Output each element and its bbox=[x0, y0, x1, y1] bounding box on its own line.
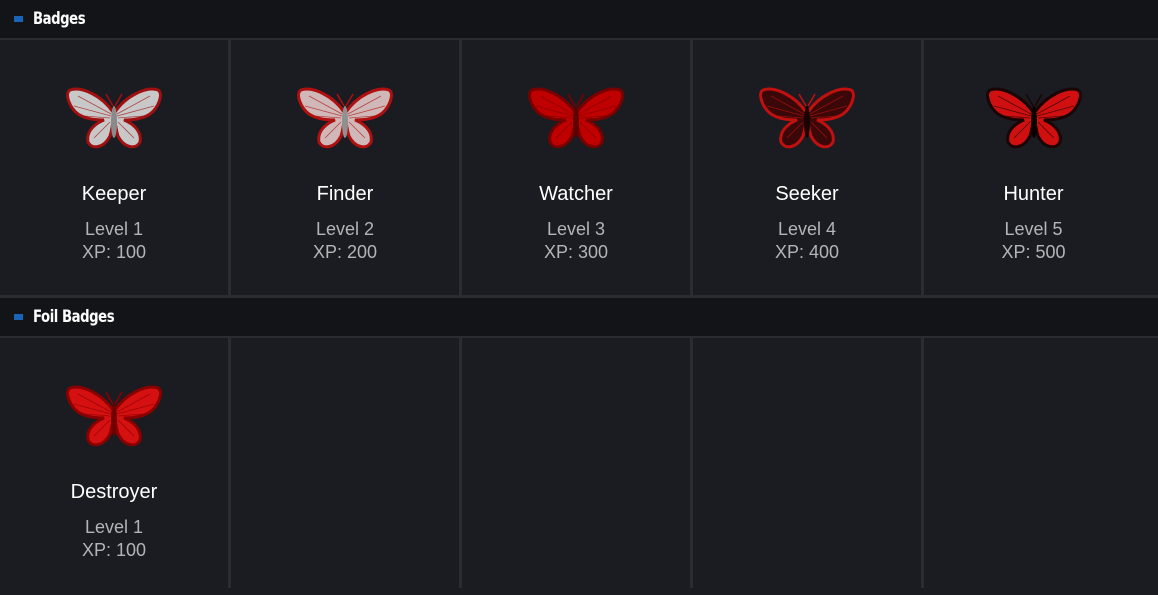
butterfly-icon-white bbox=[64, 82, 164, 156]
badge-level: Level 1 bbox=[84, 219, 144, 239]
badge-level: Level 1 bbox=[84, 517, 144, 537]
butterfly-icon-foil bbox=[64, 380, 164, 454]
empty-badge-slot bbox=[693, 338, 924, 588]
badge-card: Finder Level 2 XP: 200 bbox=[231, 40, 462, 295]
section-header-foil-badges: Foil Badges bbox=[0, 298, 1158, 338]
badge-name: Destroyer bbox=[70, 481, 158, 503]
butterfly-icon-red bbox=[526, 82, 626, 156]
badge-level: Level 4 bbox=[777, 219, 837, 239]
badge-name: Finder bbox=[316, 183, 374, 205]
badge-card: Keeper Level 1 XP: 100 bbox=[0, 40, 231, 295]
badge-xp: XP: 100 bbox=[81, 242, 147, 262]
badges-section: Badges Keeper Level 1 XP: 100 Finder Level 2… bbox=[0, 0, 1158, 298]
badge-card: Hunter Level 5 XP: 500 bbox=[924, 40, 1143, 295]
section-marker-icon bbox=[14, 16, 23, 22]
section-title: Badges bbox=[33, 9, 86, 29]
section-marker-icon bbox=[14, 314, 23, 320]
badge-xp: XP: 200 bbox=[312, 242, 378, 262]
badge-name: Hunter bbox=[1003, 183, 1064, 205]
badge-level: Level 5 bbox=[1004, 219, 1063, 239]
badge-name: Watcher bbox=[539, 183, 613, 205]
empty-badge-slot bbox=[924, 338, 1143, 588]
badge-level: Level 2 bbox=[315, 219, 375, 239]
badge-grid: Keeper Level 1 XP: 100 Finder Level 2 XP: 200… bbox=[0, 40, 1158, 298]
butterfly-icon-black-red bbox=[984, 82, 1084, 156]
badge-name: Seeker bbox=[775, 183, 839, 205]
section-title: Foil Badges bbox=[33, 307, 115, 327]
badge-xp: XP: 100 bbox=[81, 540, 147, 560]
empty-badge-slot bbox=[231, 338, 462, 588]
badge-card: Seeker Level 4 XP: 400 bbox=[693, 40, 924, 295]
foil-badge-grid: Destroyer Level 1 XP: 100 bbox=[0, 338, 1158, 588]
badge-name: Keeper bbox=[81, 183, 147, 205]
badge-card: Watcher Level 3 XP: 300 bbox=[462, 40, 693, 295]
foil-badges-section: Foil Badges Destroyer Level 1 XP: 100 bbox=[0, 298, 1158, 588]
butterfly-icon-dark bbox=[757, 82, 857, 156]
badge-xp: XP: 500 bbox=[1001, 242, 1066, 262]
badge-card: Destroyer Level 1 XP: 100 bbox=[0, 338, 231, 588]
badge-xp: XP: 400 bbox=[774, 242, 840, 262]
empty-badge-slot bbox=[462, 338, 693, 588]
section-header-badges: Badges bbox=[0, 0, 1158, 40]
butterfly-icon-pale bbox=[295, 82, 395, 156]
badge-xp: XP: 300 bbox=[543, 242, 609, 262]
badge-level: Level 3 bbox=[546, 219, 606, 239]
